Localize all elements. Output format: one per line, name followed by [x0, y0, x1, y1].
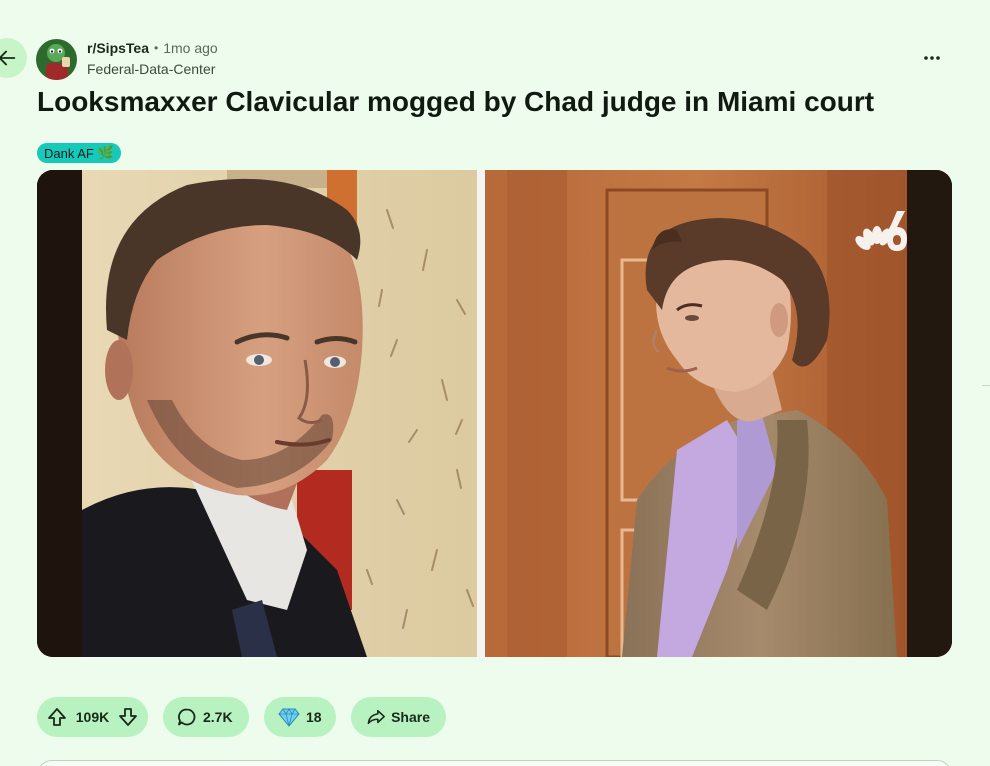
- post-media[interactable]: [37, 170, 952, 657]
- meta-separator: •: [154, 41, 159, 56]
- post-meta: r/SipsTea • 1mo ago Federal-Data-Center: [87, 40, 218, 78]
- upvote-button[interactable]: [45, 705, 69, 729]
- more-horizontal-icon: [924, 56, 940, 60]
- leaf-icon: 🌿: [97, 145, 115, 160]
- share-label: Share: [391, 709, 430, 725]
- award-count: 18: [306, 709, 322, 725]
- comment-input[interactable]: [37, 760, 952, 766]
- post-page: r/SipsTea • 1mo ago Federal-Data-Center …: [0, 0, 990, 766]
- downvote-button[interactable]: [116, 705, 140, 729]
- share-arrow-icon: [367, 709, 385, 725]
- diamond-icon: [278, 708, 300, 727]
- back-button[interactable]: [0, 38, 27, 78]
- side-divider: [982, 385, 990, 386]
- vote-count: 109K: [75, 709, 110, 725]
- arrow-up-icon: [48, 708, 66, 726]
- flair-label: Dank AF: [44, 145, 94, 161]
- nbc6-logo-icon: [855, 211, 907, 251]
- defendant-in-courtroom: [485, 170, 907, 657]
- award-button[interactable]: 18: [264, 697, 336, 737]
- post-time: 1mo ago: [163, 40, 218, 56]
- arrow-down-icon: [119, 708, 137, 726]
- subreddit-avatar[interactable]: [36, 39, 77, 80]
- share-button[interactable]: Share: [351, 697, 446, 737]
- comments-button[interactable]: 2.7K: [163, 697, 249, 737]
- post-flair[interactable]: Dank AF 🌿: [37, 143, 122, 163]
- post-title[interactable]: Looksmaxxer Clavicular mogged by Chad ju…: [37, 86, 874, 118]
- author-link[interactable]: Federal-Data-Center: [87, 61, 218, 79]
- more-options-button[interactable]: [916, 46, 948, 70]
- post-actions: 109K 2.7K 18 Share: [37, 697, 446, 737]
- comment-bubble-icon: [178, 708, 196, 726]
- judge-portrait: [82, 170, 477, 657]
- subreddit-link[interactable]: r/SipsTea: [87, 40, 149, 58]
- arrow-left-icon: [0, 50, 16, 66]
- vote-control: 109K: [37, 697, 148, 737]
- comment-count: 2.7K: [203, 709, 233, 725]
